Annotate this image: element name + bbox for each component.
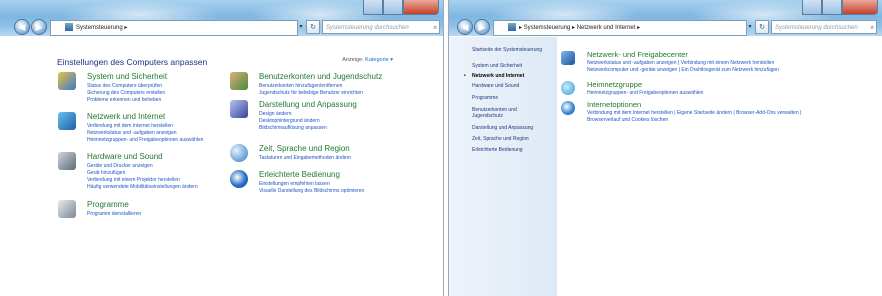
title-bar: ◀ ▶ ▸ Systemsteuerung ▸ Netzwerk und Int…	[449, 0, 882, 36]
ease-of-access-icon	[230, 170, 248, 188]
back-button[interactable]: ◀	[457, 19, 473, 35]
category-link[interactable]: Gerät hinzufügen	[87, 170, 125, 176]
category-title[interactable]: Zeit, Sprache und Region	[259, 144, 350, 153]
close-button[interactable]	[403, 0, 439, 15]
category-link[interactable]: Benutzerkonten hinzufügen/entfernen	[259, 83, 342, 89]
sidebar-item-user-accounts[interactable]: Benutzerkonten und Jugendschutz	[472, 107, 534, 119]
window-controls	[802, 0, 878, 15]
category-link[interactable]: Häufig verwendete Mobilitätseinstellunge…	[87, 184, 198, 190]
view-by-dropdown[interactable]: Kategorie ▾	[365, 57, 393, 63]
homegroup-icon	[561, 81, 575, 95]
section-title[interactable]: Netzwerk- und Freigabecenter	[587, 50, 688, 59]
category-title[interactable]: Programme	[87, 200, 129, 209]
view-by-label: Anzeige:	[342, 57, 364, 63]
search-input[interactable]: Systemsteuerung durchsuchen ⌕	[771, 20, 877, 34]
sidebar-item-ease-of-access[interactable]: Erleichterte Bedienung	[472, 147, 523, 153]
forward-button[interactable]: ▶	[474, 19, 490, 35]
category-title[interactable]: Benutzerkonten und Jugendschutz	[259, 72, 382, 81]
address-dropdown-button[interactable]: ▾	[296, 20, 306, 34]
category-link[interactable]: Jugendschutz für beliebige Benutzer einr…	[259, 90, 363, 96]
refresh-button[interactable]: ↻	[755, 20, 769, 34]
minimize-button[interactable]	[802, 0, 822, 15]
category-link[interactable]: Heimnetzgruppen- und Freigabeoptionen au…	[87, 137, 203, 143]
internet-options-icon	[561, 101, 575, 115]
section-link-row[interactable]: Netzwerkstatus und -aufgaben anzeigen | …	[587, 60, 774, 66]
category-link[interactable]: Verbindung mit dem Internet herstellen	[87, 123, 173, 129]
category-link[interactable]: Tastaturen und Eingabemethoden ändern	[259, 155, 351, 161]
minimize-button[interactable]	[363, 0, 383, 15]
category-link[interactable]: Bildschirmauflösung anpassen	[259, 125, 327, 131]
forward-button[interactable]: ▶	[31, 19, 47, 35]
sidebar-item-system-security[interactable]: System und Sicherheit	[472, 63, 522, 69]
appearance-icon	[230, 100, 248, 118]
sidebar-item-home[interactable]: Startseite der Systemsteuerung	[472, 47, 542, 53]
category-link[interactable]: Probleme erkennen und beheben	[87, 97, 161, 103]
category-link[interactable]: Geräte und Drucker anzeigen	[87, 163, 153, 169]
category-link[interactable]: Status des Computers überprüfen	[87, 83, 162, 89]
back-button[interactable]: ◀	[14, 19, 30, 35]
main-pane: Einstellungen des Computers anpassen Anz…	[0, 37, 443, 296]
category-title[interactable]: Hardware und Sound	[87, 152, 163, 161]
sidebar-item-network-internet[interactable]: Netzwerk und Internet	[464, 73, 524, 79]
sidebar-item-time-language-region[interactable]: Zeit, Sprache und Region	[472, 136, 529, 142]
users-icon	[230, 72, 248, 90]
search-placeholder: Systemsteuerung durchsuchen	[326, 25, 409, 31]
control-panel-window: ◀ ▶ Systemsteuerung ▸ ▾ ↻ Systemsteuerun…	[0, 0, 444, 296]
address-bar[interactable]: ▸ Systemsteuerung ▸ Netzwerk und Interne…	[493, 20, 747, 36]
shield-pc-icon	[58, 72, 76, 90]
network-globe-icon	[58, 112, 76, 130]
section-link-row[interactable]: Netzwerkcomputer und -geräte anzeigen | …	[587, 67, 779, 73]
search-icon[interactable]: ⌕	[434, 21, 437, 33]
address-dropdown-button[interactable]: ▾	[745, 20, 755, 34]
category-link[interactable]: Einstellungen empfehlen lassen	[259, 181, 330, 187]
printer-icon	[58, 152, 76, 170]
breadcrumb[interactable]: Systemsteuerung ▸	[76, 25, 127, 31]
category-title[interactable]: System und Sicherheit	[87, 72, 167, 81]
window-controls	[363, 0, 439, 15]
control-panel-icon	[65, 23, 73, 32]
close-button[interactable]	[842, 0, 878, 15]
category-title[interactable]: Erleichterte Bedienung	[259, 170, 340, 179]
section-link-row[interactable]: Browserverlauf und Cookies löschen	[587, 117, 668, 123]
network-center-icon	[561, 51, 575, 65]
main-pane: Startseite der Systemsteuerung System un…	[449, 37, 882, 296]
section-title[interactable]: Heimnetzgruppe	[587, 80, 642, 89]
maximize-button[interactable]	[383, 0, 403, 15]
sidebar-item-appearance[interactable]: Darstellung und Anpassung	[472, 125, 533, 131]
page-title: Einstellungen des Computers anpassen	[57, 57, 208, 67]
address-bar[interactable]: Systemsteuerung ▸	[50, 20, 298, 36]
clock-globe-icon	[230, 144, 248, 162]
category-title[interactable]: Darstellung und Anpassung	[259, 100, 357, 109]
category-link[interactable]: Design ändern	[259, 111, 292, 117]
category-link[interactable]: Verbindung mit einem Projektor herstelle…	[87, 177, 180, 183]
title-bar: ◀ ▶ Systemsteuerung ▸ ▾ ↻ Systemsteuerun…	[0, 0, 443, 36]
control-panel-icon	[508, 23, 516, 32]
view-by: Anzeige: Kategorie ▾	[342, 57, 393, 63]
category-link[interactable]: Desktophintergrund ändern	[259, 118, 320, 124]
category-link[interactable]: Netzwerkstatus und -aufgaben anzeigen	[87, 130, 177, 136]
refresh-button[interactable]: ↻	[306, 20, 320, 34]
sidebar-item-hardware-sound[interactable]: Hardware und Sound	[472, 83, 519, 89]
section-title[interactable]: Internetoptionen	[587, 100, 641, 109]
section-link-row[interactable]: Verbindung mit dem Internet herstellen |…	[587, 110, 801, 116]
search-placeholder: Systemsteuerung durchsuchen	[775, 25, 858, 31]
category-title[interactable]: Netzwerk und Internet	[87, 112, 165, 121]
category-link[interactable]: Sicherung des Computers erstellen	[87, 90, 165, 96]
network-internet-window: ◀ ▶ ▸ Systemsteuerung ▸ Netzwerk und Int…	[448, 0, 882, 296]
maximize-button[interactable]	[822, 0, 842, 15]
programs-icon	[58, 200, 76, 218]
search-icon[interactable]: ⌕	[871, 21, 874, 33]
breadcrumb[interactable]: ▸ Systemsteuerung ▸ Netzwerk und Interne…	[519, 25, 640, 31]
category-link[interactable]: Visuelle Darstellung des Bildschirms opt…	[259, 188, 364, 194]
navigation-sidebar: Startseite der Systemsteuerung System un…	[449, 37, 557, 296]
search-input[interactable]: Systemsteuerung durchsuchen ⌕	[322, 20, 440, 34]
category-link[interactable]: Programm deinstallieren	[87, 211, 141, 217]
section-link-row[interactable]: Heimnetzgruppen- und Freigabeoptionen au…	[587, 90, 703, 96]
sidebar-item-programs[interactable]: Programme	[472, 95, 498, 101]
